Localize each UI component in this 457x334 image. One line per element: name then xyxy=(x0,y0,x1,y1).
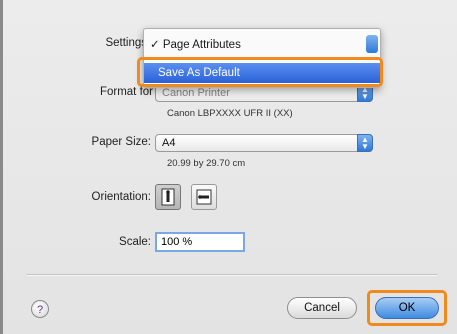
scale-input[interactable] xyxy=(155,232,245,252)
orientation-portrait-button[interactable] xyxy=(155,184,181,210)
format-for-value: Canon Printer xyxy=(162,87,230,99)
printer-model-text: Canon LBPXXXX UFR II (XX) xyxy=(167,108,293,119)
scale-label: Scale: xyxy=(119,236,151,248)
paper-size-value: A4 xyxy=(162,137,176,149)
help-button[interactable]: ? xyxy=(31,300,49,318)
separator xyxy=(27,274,437,276)
cancel-button[interactable]: Cancel xyxy=(287,297,357,319)
format-for-label: Format for xyxy=(99,86,153,98)
orientation-label: Orientation: xyxy=(91,191,151,203)
popup-arrows-icon: ▲ ▼ xyxy=(357,134,373,152)
paper-size-label: Paper Size: xyxy=(91,136,151,148)
orientation-landscape-button[interactable] xyxy=(191,184,217,210)
save-as-default-highlight xyxy=(137,57,383,87)
portrait-icon xyxy=(161,188,175,206)
page-setup-dialog: Settings Format for Canon Printer ▲ ▼ Can… xyxy=(0,0,457,334)
settings-label: Settings xyxy=(105,37,147,49)
ok-highlight xyxy=(367,290,447,326)
landscape-icon xyxy=(196,189,212,205)
popup-arrows-icon xyxy=(366,35,378,53)
help-icon: ? xyxy=(36,304,44,316)
paper-dimensions-text: 20.99 by 29.70 cm xyxy=(167,158,246,169)
menu-item-page-attributes[interactable]: ✓ Page Attributes xyxy=(144,35,380,55)
paper-size-popup[interactable]: A4 ▲ ▼ xyxy=(155,134,373,152)
